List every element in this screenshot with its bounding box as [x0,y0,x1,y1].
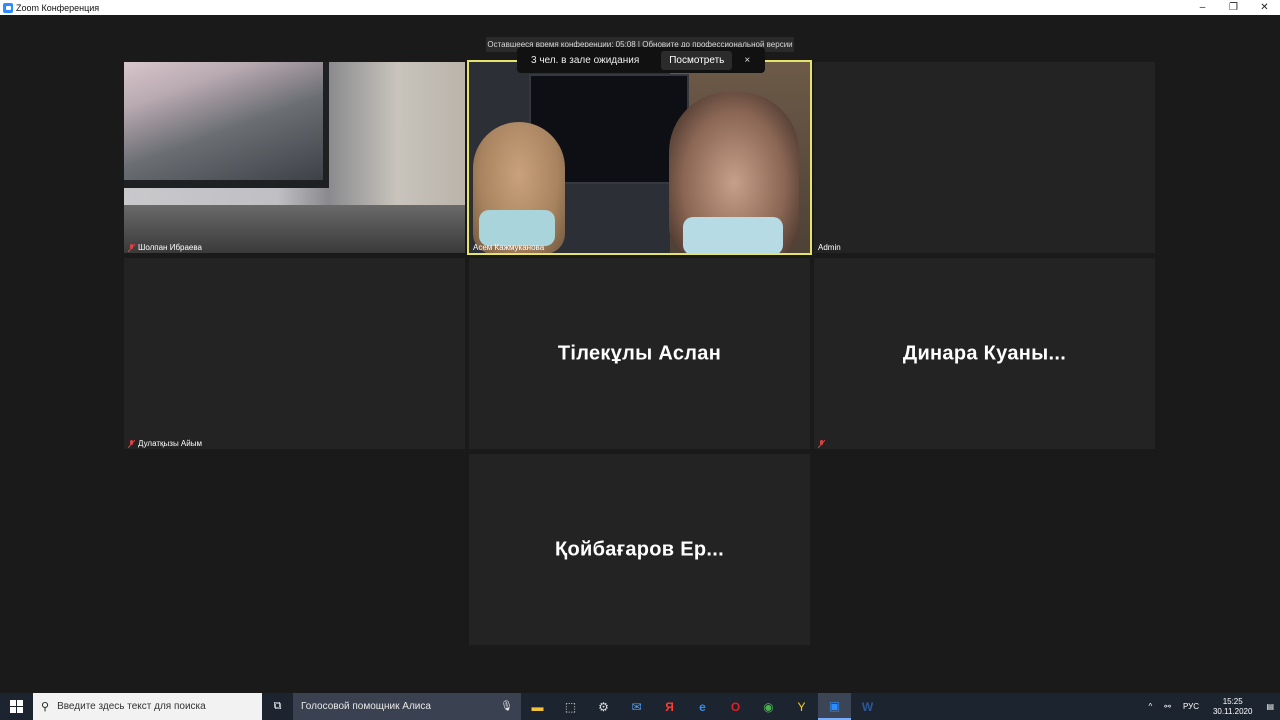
chrome-browser-icon[interactable]: ◉ [752,693,785,720]
mail-icon[interactable]: ✉ [620,693,653,720]
taskbar-search-box[interactable]: ⚲ Введите здесь текст для поиска [33,693,262,720]
zoom-taskbar-icon[interactable]: ▣ [818,693,851,720]
meeting-stage: Шолпан Ибраева Асем Кажмуканова Admin Ду… [0,15,1280,693]
close-button[interactable]: ✕ [1249,0,1280,15]
view-waiting-room-button[interactable]: Посмотреть [661,50,733,70]
search-placeholder: Введите здесь текст для поиска [57,701,206,712]
participant-tile-1[interactable]: Асем Кажмуканова [467,60,812,255]
yandex-browser-icon[interactable]: Y [785,693,818,720]
windows-taskbar: ⚲ Введите здесь текст для поиска ⧉ Голос… [0,693,1280,720]
participant-tile-6[interactable]: Қойбағаров Ер... [469,454,810,645]
window-title: Zoom Конференция [16,2,100,13]
store-icon[interactable]: ⬚ [554,693,587,720]
participant-mask [683,217,783,253]
word-icon[interactable]: W [851,693,884,720]
language-indicator[interactable]: РУС [1183,702,1199,711]
clock-date: 30.11.2020 [1212,706,1253,716]
muted-mic-icon [818,440,825,448]
participant-name-label: Шолпан Ибраева [128,243,202,252]
participant-display-name: Тілекұлы Аслан [557,342,722,364]
network-icon[interactable]: ⚯ [1164,702,1171,711]
task-view-icon: ⧉ [273,700,282,712]
title-bar: Zoom Конференция – ❐ ✕ [0,0,1280,15]
participant-name-label: Admin [818,243,841,252]
minimize-button[interactable]: – [1187,0,1218,15]
participant-tile-5[interactable]: Динара Куаны... [814,258,1155,449]
participant-tile-2[interactable]: Admin [814,62,1155,253]
alice-label: Голосовой помощник Алиса [301,701,431,712]
chevron-up-icon[interactable]: ^ [1148,702,1152,711]
muted-mic-icon [128,243,135,252]
restore-button[interactable]: ❐ [1218,0,1249,15]
file-explorer-icon[interactable]: ▬ [521,693,554,720]
yandex-app-icon[interactable]: Я [653,693,686,720]
microphone-icon: 🎙 [500,701,513,712]
video-background [124,62,329,188]
participant-tile-0[interactable]: Шолпан Ибраева [124,62,465,253]
participant-name-label: Дулатқызы Айым [128,439,202,448]
opera-browser-icon[interactable]: O [719,693,752,720]
settings-icon[interactable]: ⚙ [587,693,620,720]
waiting-room-text: 3 чел. в зале ожидания [531,54,640,66]
participant-mask [479,210,555,246]
windows-logo-icon [10,700,23,713]
clock-time: 15:25 [1222,696,1243,706]
participant-name-label [818,440,828,448]
start-button[interactable] [0,693,33,720]
clock[interactable]: 15:25 30.11.2020 [1213,697,1252,717]
participant-tile-4[interactable]: Тілекұлы Аслан [469,258,810,449]
waiting-room-notice: 3 чел. в зале ожидания Посмотреть × [517,47,765,73]
system-tray: ^ ⚯ РУС 15:25 30.11.2020 ▤ [1142,693,1280,720]
task-view-button[interactable]: ⧉ [262,693,293,720]
alice-assistant-box[interactable]: Голосовой помощник Алиса 🎙 [293,693,521,720]
zoom-app-icon [3,2,13,13]
window-controls: – ❐ ✕ [1187,0,1280,15]
participant-tile-3[interactable]: Дулатқызы Айым [124,258,465,449]
participant-display-name: Динара Куаны... [902,342,1067,364]
close-notice-button[interactable]: × [744,55,750,66]
participant-display-name: Қойбағаров Ер... [555,538,724,560]
participant-name-label: Асем Кажмуканова [473,243,545,252]
edge-browser-icon[interactable]: e [686,693,719,720]
search-icon: ⚲ [41,701,50,713]
notifications-icon[interactable]: ▤ [1266,702,1274,711]
muted-mic-icon [128,439,135,448]
